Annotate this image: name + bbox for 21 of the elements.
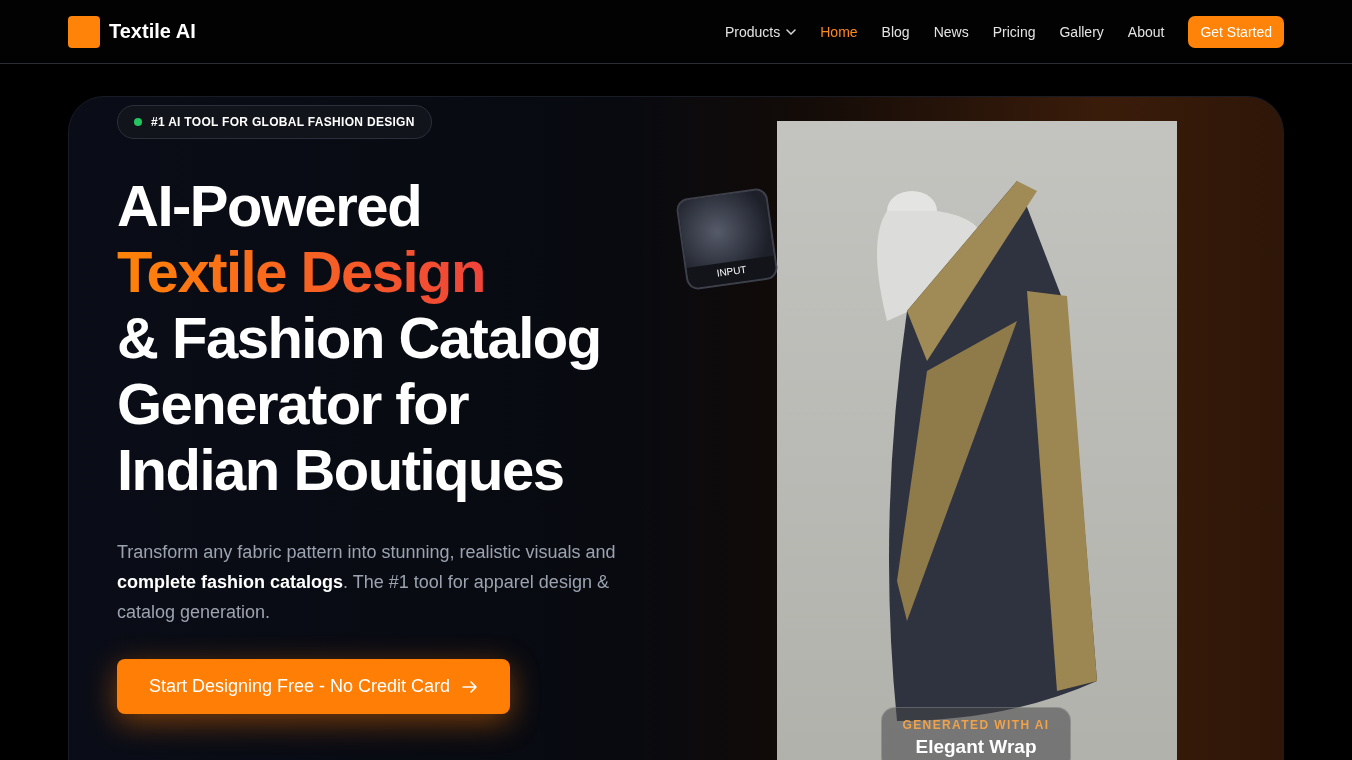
nav-link[interactable]: Pricing	[992, 23, 1036, 40]
input-label: INPUT	[686, 255, 777, 289]
status-dot-icon	[134, 118, 142, 126]
hero-description: Transform any fabric pattern into stunning, realistic visuals and complete fashion catalogs. The #1 tool for apparel design & catalog generation.	[117, 541, 617, 624]
nav-link[interactable]: Blog	[881, 23, 910, 40]
caption-title: Elegant Wrap	[915, 736, 1037, 758]
arrow-right-icon	[462, 679, 479, 694]
headline-line: AI-Powered	[117, 173, 422, 239]
headline-line: Indian Boutiques	[117, 437, 564, 503]
nav-link[interactable]: News	[933, 23, 969, 40]
nav-link[interactable]: About	[1127, 23, 1165, 40]
brand-name[interactable]: Textile AI	[109, 20, 196, 43]
headline-line: & Fashion Catalog	[117, 305, 601, 371]
chevron-down-icon	[786, 28, 797, 35]
headline-line: Generator for	[117, 371, 469, 437]
nav-link[interactable]: Gallery	[1059, 23, 1104, 40]
badge-text: #1 AI TOOL FOR GLOBAL FASHION DESIGN	[151, 115, 415, 129]
nav-dropdown[interactable]: Products	[725, 23, 797, 40]
caption-eyebrow: GENERATED WITH AI	[902, 718, 1050, 732]
logo-icon[interactable]	[68, 15, 100, 48]
nav-link[interactable]: Home	[820, 23, 858, 40]
